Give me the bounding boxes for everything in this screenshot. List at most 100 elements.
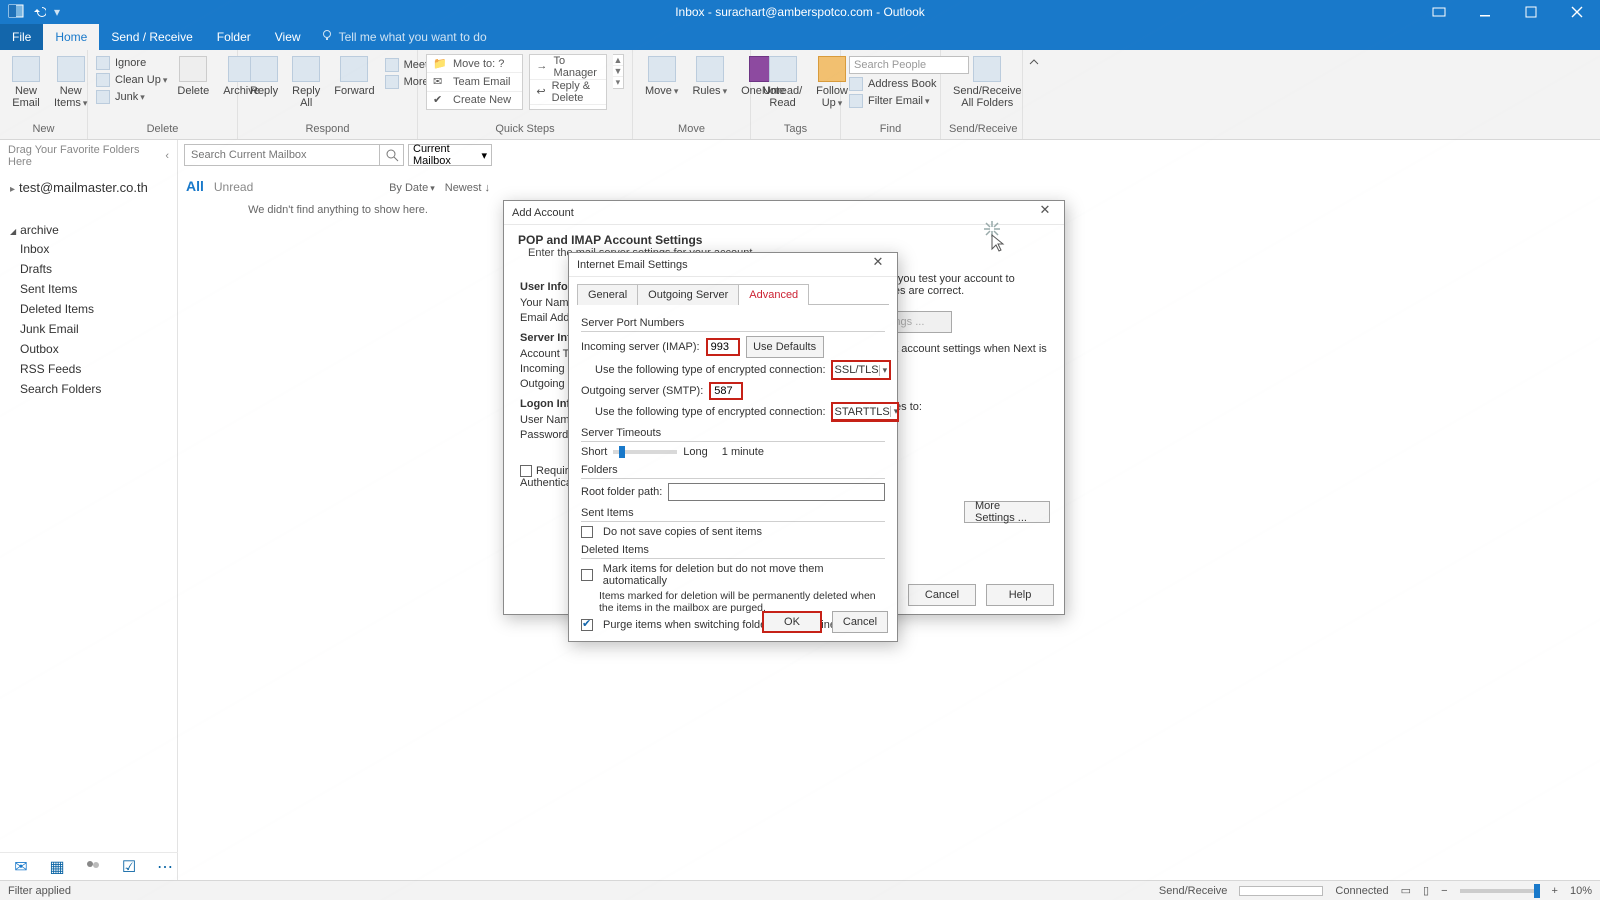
nav-more-icon[interactable]: ⋯ (156, 858, 174, 876)
timeout-slider[interactable] (613, 450, 677, 454)
close-icon[interactable] (1554, 0, 1600, 24)
zoom-out-icon[interactable]: − (1441, 885, 1447, 897)
nosave-checkbox[interactable] (581, 526, 593, 538)
calendar-module-icon[interactable]: ▦ (48, 858, 66, 876)
folder-sent-items[interactable]: Sent Items (0, 279, 177, 299)
view-normal-icon[interactable]: ▭ (1401, 884, 1411, 897)
reply-label: Reply (250, 85, 278, 97)
folder-deleted[interactable]: Deleted Items (0, 299, 177, 319)
zoom-slider[interactable] (1460, 889, 1540, 893)
help-button[interactable]: Help (986, 584, 1054, 606)
ribbon-display-icon[interactable] (1416, 0, 1462, 24)
tab-send-receive[interactable]: Send / Receive (99, 24, 204, 50)
send-receive-all-button[interactable]: Send/Receive All Folders (949, 54, 1026, 111)
send-receive-icon (973, 56, 1001, 82)
smtp-port-input[interactable] (709, 382, 743, 400)
junk-icon (96, 90, 110, 104)
replydel-icon: ↩ (536, 85, 545, 99)
quick-steps-gallery-2[interactable]: →To Manager ↩Reply & Delete (529, 54, 606, 110)
qat-customize-icon[interactable]: ▾ (54, 5, 60, 19)
search-icon[interactable] (380, 144, 404, 166)
qs-moveto: Move to: ? (453, 58, 504, 70)
add-account-close-icon[interactable]: ✕ (1028, 202, 1062, 222)
folder-search[interactable]: Search Folders (0, 379, 177, 399)
folder-rss[interactable]: RSS Feeds (0, 359, 177, 379)
tab-home[interactable]: Home (43, 24, 99, 50)
spa-checkbox[interactable] (520, 465, 532, 477)
rules-button[interactable]: Rules (688, 54, 731, 99)
tab-outgoing-server[interactable]: Outgoing Server (637, 284, 739, 305)
unread-button[interactable]: Unread/ Read (759, 54, 806, 111)
archive-heading[interactable]: archive (0, 217, 177, 239)
unread-label: Unread/ Read (763, 85, 802, 109)
sort-by-date[interactable]: By Date (389, 182, 435, 194)
group-move: Move (641, 123, 742, 139)
rules-label: Rules (692, 85, 727, 97)
undo-icon[interactable] (32, 4, 46, 21)
quick-steps-scroll[interactable]: ▲▼▾ (613, 54, 624, 89)
imap-encryption-select[interactable]: SSL/TLS▾ (832, 361, 891, 379)
ignore-button[interactable]: Ignore (96, 56, 167, 70)
cancel-button-iemail[interactable]: Cancel (832, 611, 888, 633)
nav-switcher: ✉ ▦ ☑ ⋯ (0, 852, 178, 880)
filter-all[interactable]: All (186, 178, 204, 194)
purge-checkbox[interactable] (581, 619, 593, 631)
use-defaults-button[interactable]: Use Defaults (746, 336, 824, 358)
folder-outbox[interactable]: Outbox (0, 339, 177, 359)
folder-pane-collapse-icon[interactable]: ‹ (165, 150, 169, 162)
status-bar: Filter applied Send/Receive Connected ▭ … (0, 880, 1600, 900)
ribbon-collapse[interactable] (1023, 50, 1045, 139)
group-respond: Respond (246, 123, 409, 139)
tab-general[interactable]: General (577, 284, 638, 305)
ok-button[interactable]: OK (762, 611, 822, 633)
cleanup-button[interactable]: Clean Up (96, 73, 167, 87)
imap-port-input[interactable] (706, 338, 740, 356)
new-items-label: New Items (54, 85, 87, 109)
move-button[interactable]: Move (641, 54, 682, 99)
send-receive-label: Send/Receive All Folders (953, 85, 1022, 109)
tab-folder[interactable]: Folder (205, 24, 263, 50)
view-reading-icon[interactable]: ▯ (1423, 884, 1429, 897)
iemail-title: Internet Email Settings (577, 259, 688, 271)
ribbon-tabs: File Home Send / Receive Folder View Tel… (0, 24, 1600, 50)
maximize-icon[interactable] (1508, 0, 1554, 24)
iemail-close-icon[interactable]: ✕ (861, 254, 895, 274)
cancel-button-addacct[interactable]: Cancel (908, 584, 976, 606)
new-items-button[interactable]: New Items (50, 54, 91, 111)
tab-file[interactable]: File (0, 24, 43, 50)
folder-inbox[interactable]: Inbox (0, 239, 177, 259)
new-email-button[interactable]: New Email (8, 54, 44, 111)
junk-button[interactable]: Junk (96, 90, 167, 104)
section-port-numbers: Server Port Numbers (581, 317, 885, 329)
folder-drafts[interactable]: Drafts (0, 259, 177, 279)
tell-me-search[interactable]: Tell me what you want to do (313, 23, 495, 50)
reply-button[interactable]: Reply (246, 54, 282, 99)
mail-module-icon[interactable]: ✉ (12, 858, 30, 876)
people-module-icon[interactable] (84, 858, 102, 876)
more-icon (385, 75, 399, 89)
zoom-in-icon[interactable]: + (1552, 885, 1558, 897)
mark-delete-checkbox[interactable] (581, 569, 593, 581)
tab-view[interactable]: View (263, 24, 313, 50)
minimize-icon[interactable] (1462, 0, 1508, 24)
search-input[interactable] (184, 144, 380, 166)
tab-advanced[interactable]: Advanced (738, 284, 809, 305)
quick-steps-gallery[interactable]: 📁Move to: ? ✉Team Email ✔Create New (426, 54, 523, 110)
smtp-encryption-select[interactable]: STARTTLS▾ (832, 403, 898, 421)
forward-button[interactable]: Forward (330, 54, 378, 99)
forward-label: Forward (334, 85, 374, 97)
more-settings-button[interactable]: More Settings ... (964, 501, 1050, 523)
new-email-label: New Email (12, 85, 40, 109)
search-scope-dropdown[interactable]: Current Mailbox▾ (408, 144, 492, 166)
sort-newest[interactable]: Newest ↓ (445, 182, 490, 194)
qs-createnew: Create New (453, 94, 511, 106)
root-path-label: Root folder path: (581, 486, 662, 498)
delete-button[interactable]: Delete (173, 54, 213, 99)
filter-unread[interactable]: Unread (214, 180, 253, 194)
root-path-input[interactable] (668, 483, 885, 501)
tasks-module-icon[interactable]: ☑ (120, 858, 138, 876)
folder-junk[interactable]: Junk Email (0, 319, 177, 339)
address-book-icon (849, 77, 863, 91)
account-node[interactable]: test@mailmaster.co.th (0, 172, 177, 199)
reply-all-button[interactable]: Reply All (288, 54, 324, 111)
